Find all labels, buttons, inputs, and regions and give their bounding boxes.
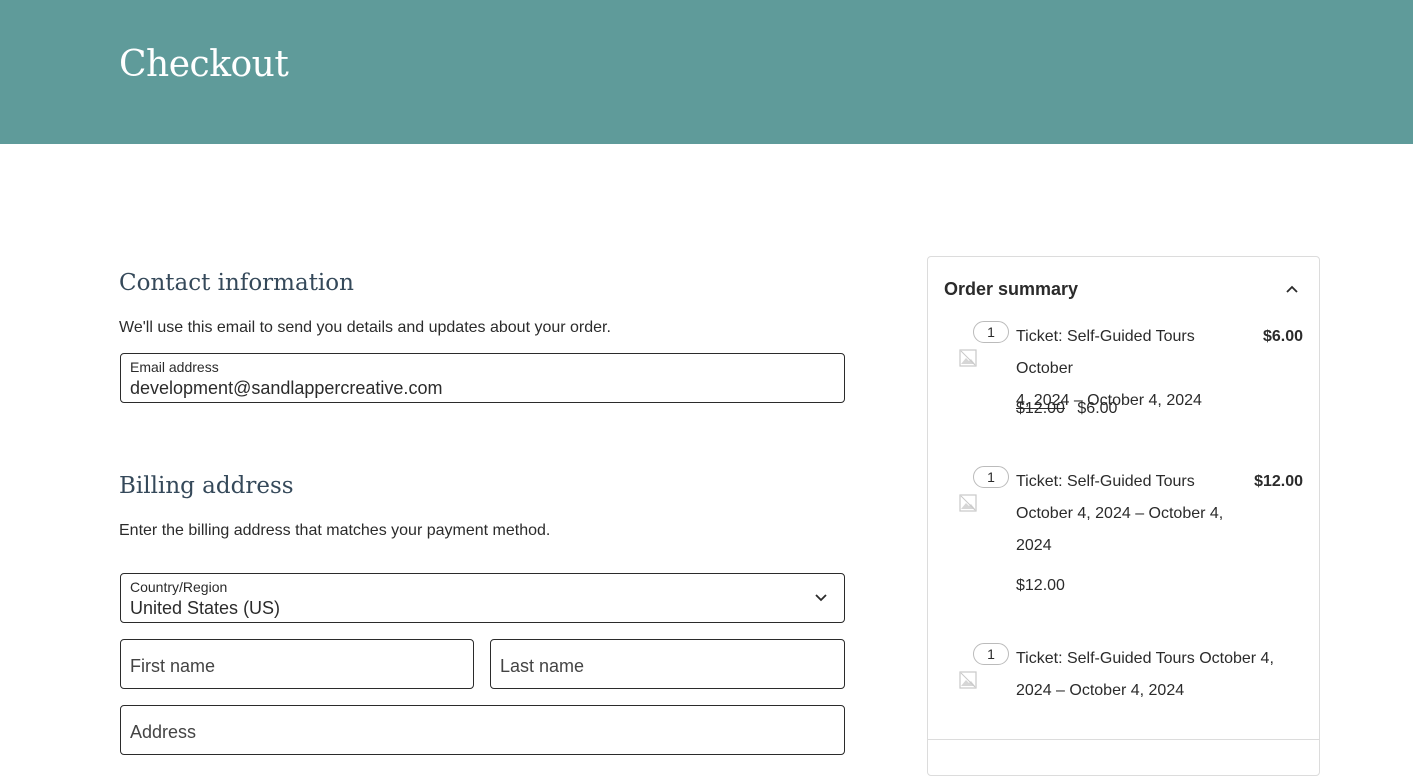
chevron-up-icon[interactable] [1285, 285, 1299, 295]
country-select[interactable]: Country/Region United States (US) [120, 573, 845, 623]
last-name-field[interactable]: Last name [490, 639, 845, 689]
email-field-label: Email address [130, 359, 219, 375]
contact-section-title: Contact information [119, 270, 354, 296]
last-name-placeholder: Last name [500, 656, 585, 676]
email-field-value[interactable]: development@sandlappercreative.com [130, 378, 442, 399]
first-name-field[interactable]: First name [120, 639, 474, 689]
item-name-line: 2024 [1016, 537, 1052, 554]
image-placeholder-icon [959, 349, 977, 367]
image-placeholder-icon [959, 494, 977, 512]
address-field[interactable]: Address [120, 705, 845, 755]
contact-section-description: We'll use this email to send you details… [119, 319, 611, 336]
page-header: Checkout [0, 0, 1413, 144]
item-sale-price: $6.00 [1077, 400, 1118, 417]
item-name-line: 2024 – October 4, 2024 [1016, 682, 1185, 699]
item-name-line: Ticket: Self-Guided Tours October 4, [1016, 650, 1274, 667]
item-name-line: Ticket: Self-Guided Tours October [1016, 328, 1195, 377]
item-quantity-badge: 1 [973, 466, 1009, 488]
country-select-value: United States (US) [130, 598, 281, 618]
item-name: Ticket: Self-Guided Tours October 4, 202… [1016, 466, 1230, 562]
chevron-down-icon[interactable] [814, 592, 828, 602]
order-summary-title[interactable]: Order summary [944, 279, 1078, 300]
item-unit-prices: $12.00 $6.00 [1016, 400, 1117, 418]
item-name-line: October 4, 2024 – October 4, [1016, 505, 1224, 522]
item-unit-prices: $12.00 [1016, 577, 1065, 595]
page-title: Checkout [119, 44, 289, 85]
item-sale-price: $12.00 [1016, 577, 1065, 594]
email-field[interactable]: Email address development@sandlappercrea… [120, 353, 845, 403]
item-total-price: $12.00 [1254, 473, 1303, 490]
item-quantity-badge: 1 [973, 321, 1009, 343]
first-name-placeholder: First name [130, 656, 216, 676]
billing-section-title: Billing address [119, 473, 294, 499]
item-name-line: Ticket: Self-Guided Tours [1016, 473, 1195, 490]
item-total-price: $6.00 [1262, 328, 1303, 345]
summary-divider [928, 739, 1319, 740]
country-select-label: Country/Region [130, 579, 228, 595]
image-placeholder-icon [959, 671, 977, 689]
item-original-price: $12.00 [1016, 400, 1065, 417]
billing-section-description: Enter the billing address that matches y… [119, 522, 551, 539]
item-quantity-badge: 1 [973, 643, 1009, 665]
address-placeholder: Address [130, 722, 197, 742]
order-summary-panel: Order summary 1 Ticket: Self-Guided Tour… [927, 256, 1320, 776]
item-name: Ticket: Self-Guided Tours October 4, 202… [1016, 643, 1286, 707]
